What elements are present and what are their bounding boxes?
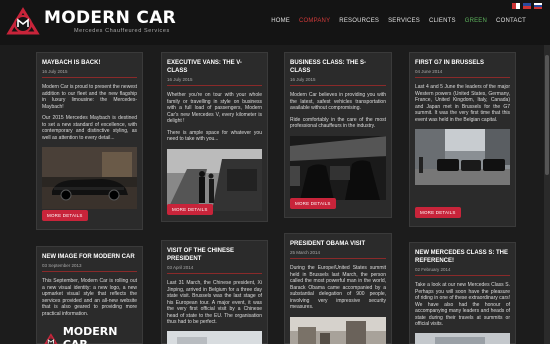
card-paragraph: Last 31 March, the Chinese president, Xi… (167, 280, 262, 325)
card-title[interactable]: PRESIDENT OBAMA VISIT (290, 240, 386, 248)
card-title[interactable]: MAYBACH IS BACK! (42, 59, 137, 67)
card-paragraph: Modern Car is proud to present the newes… (42, 84, 137, 110)
modern-car-logo-image: MODERN CAR Mercedes Chauffeured Services (42, 325, 137, 344)
card-paragraph: Take a look at our new Mercedes Class S.… (415, 282, 510, 327)
page-scrollbar[interactable] (544, 45, 550, 344)
language-flag-icon[interactable] (512, 3, 520, 9)
more-details-button[interactable]: MORE DETAILS (167, 204, 213, 215)
more-details-button[interactable]: MORE DETAILS (415, 207, 461, 218)
v-class-photo (167, 148, 262, 211)
news-card-v-class: EXECUTIVE VANS: THE V-CLASS 16 July 2015… (161, 52, 268, 222)
card-title[interactable]: VISIT OF THE CHINESE PRESIDENT (167, 247, 262, 263)
s-class-interior-photo (290, 135, 386, 200)
nav-green[interactable]: GREEN (465, 18, 487, 24)
nav-home[interactable]: HOME (271, 18, 290, 24)
card-title[interactable]: NEW IMAGE FOR MODERN CAR (42, 253, 137, 261)
g7-motorcade-photo (415, 129, 510, 185)
obama-visit-photo (290, 316, 386, 344)
main-nav: HOME COMPANY RESOURCES SERVICES CLIENTS … (271, 18, 526, 24)
logo-wordmark: MODERN CAR (62, 325, 118, 344)
card-title[interactable]: BUSINESS CLASS: THE S-CLASS (290, 59, 386, 75)
more-details-button[interactable]: MORE DETAILS (42, 210, 88, 221)
card-date: 03 September 2013 (42, 263, 137, 272)
card-date: 16 July 2015 (167, 77, 262, 86)
card-text: Last 31 March, the Chinese president, Xi… (167, 280, 262, 326)
card-paragraph: During the Europe/United States summit h… (290, 265, 386, 310)
site-header: MODERN CAR Mercedes Chauffeured Services… (0, 0, 550, 45)
card-text: This September, Modern Car is rolling ou… (42, 278, 137, 317)
brand-subtitle: Mercedes Chauffeured Services (74, 27, 170, 34)
news-card-s-class-reference: NEW MERCEDES CLASS S: THE REFERENCE! 02 … (409, 242, 516, 344)
card-title[interactable]: NEW MERCEDES CLASS S: THE REFERENCE! (415, 249, 510, 265)
news-card-chinese-president: VISIT OF THE CHINESE PRESIDENT 03 April … (161, 240, 268, 344)
maybach-photo (42, 147, 137, 209)
card-date: 03 April 2014 (167, 265, 262, 274)
nav-clients[interactable]: CLIENTS (429, 18, 456, 24)
news-card-obama-visit: PRESIDENT OBAMA VISIT 25 March 2014 Duri… (284, 233, 392, 344)
card-date: 04 June 2014 (415, 69, 510, 78)
card-paragraph: Our 2015 Mercedes Maybach is destined to… (42, 115, 137, 141)
card-paragraph: There is ample space for whatever you ne… (167, 129, 262, 143)
card-title[interactable]: EXECUTIVE VANS: THE V-CLASS (167, 59, 262, 75)
nav-resources[interactable]: RESOURCES (339, 18, 379, 24)
language-flag-icon[interactable] (523, 3, 531, 9)
site-logo[interactable]: MODERN CAR Mercedes Chauffeured Services (6, 7, 176, 37)
news-card-s-class: BUSINESS CLASS: THE S-CLASS 16 July 2015… (284, 52, 392, 218)
card-text: Modern Car believes in providing you wit… (290, 92, 386, 130)
card-paragraph: This September, Modern Car is rolling ou… (42, 278, 137, 317)
news-card-maybach: MAYBACH IS BACK! 16 July 2015 Modern Car… (36, 52, 143, 230)
card-text: Modern Car is proud to present the newes… (42, 84, 137, 141)
news-card-g7: FIRST G7 IN BRUSSELS 04 June 2014 Last 4… (409, 52, 516, 227)
chinese-visit-photo (167, 330, 262, 344)
nav-contact[interactable]: CONTACT (496, 18, 526, 24)
card-date: 02 February 2014 (415, 267, 510, 276)
logo-emblem-icon (6, 7, 40, 37)
card-text: Last 4 and 5 June the leaders of the maj… (415, 84, 510, 123)
card-date: 16 July 2015 (42, 69, 137, 78)
nav-services[interactable]: SERVICES (388, 18, 420, 24)
card-text: Whether you're on tour with your whole f… (167, 92, 262, 143)
scrollbar-thumb[interactable] (545, 55, 549, 175)
card-text: Take a look at our new Mercedes Class S.… (415, 282, 510, 328)
card-paragraph: Whether you're on tour with your whole f… (167, 92, 262, 124)
card-date: 25 March 2014 (290, 250, 386, 259)
news-card-new-image: NEW IMAGE FOR MODERN CAR 03 September 20… (36, 246, 143, 344)
language-switcher (512, 3, 542, 9)
card-paragraph: Modern Car believes in providing you wit… (290, 92, 386, 111)
more-details-button[interactable]: MORE DETAILS (290, 198, 336, 209)
logo-emblem-icon (44, 332, 58, 344)
brand-title: MODERN CAR (44, 7, 177, 28)
nav-company[interactable]: COMPANY (299, 18, 330, 24)
language-flag-icon[interactable] (534, 3, 542, 9)
card-paragraph: Last 4 and 5 June the leaders of the maj… (415, 84, 510, 123)
card-title[interactable]: FIRST G7 IN BRUSSELS (415, 59, 510, 67)
card-text: During the Europe/United States summit h… (290, 265, 386, 311)
card-paragraph: Ride comfortably in the care of the most… (290, 116, 386, 130)
card-date: 16 July 2015 (290, 77, 386, 86)
s-class-reference-photo (415, 332, 510, 344)
